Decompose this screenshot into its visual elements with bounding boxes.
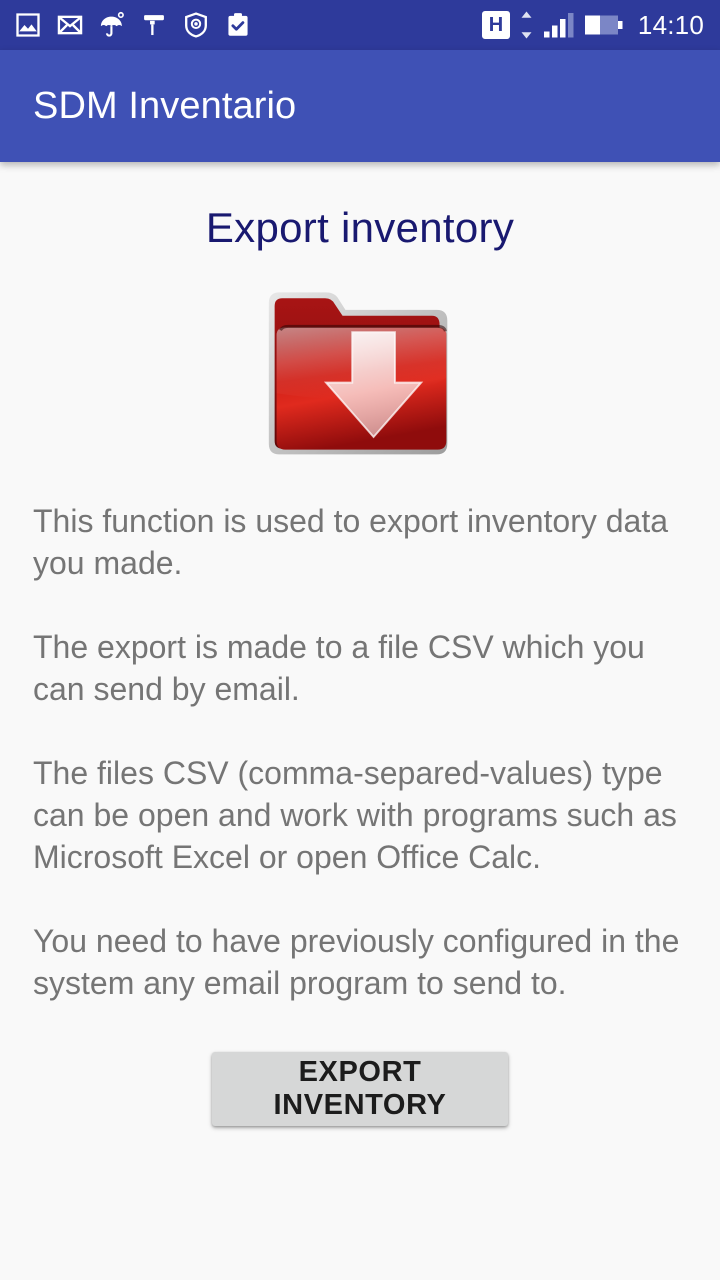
page-title: Export inventory [205, 204, 515, 251]
main-content: Export inventory This function is used t… [0, 162, 720, 1280]
description-paragraph-3: The files CSV (comma-separed-values) typ… [33, 755, 677, 875]
paint-roller-icon [140, 11, 168, 39]
description-text: This function is used to export inventor… [0, 500, 720, 1004]
description-paragraph-2: The export is made to a file CSV which y… [33, 629, 645, 707]
status-bar-notification-icons [14, 11, 252, 39]
network-type-icon: H [481, 11, 510, 39]
signal-strength-icon [543, 11, 575, 39]
description-paragraph-1: This function is used to export inventor… [33, 503, 669, 581]
clock: 14:10 [637, 9, 704, 40]
umbrella-icon [98, 11, 126, 39]
description-paragraph-4: You need to have previously configured i… [33, 923, 680, 1001]
envelope-icon [56, 11, 84, 39]
data-transfer-arrows-icon [519, 10, 534, 40]
red-folder-download-icon [268, 292, 448, 455]
app-title: SDM Inventario [33, 84, 297, 127]
shield-icon [182, 11, 210, 39]
clipboard-check-icon [224, 11, 252, 39]
export-inventory-button[interactable]: EXPORT INVENTORY [212, 1052, 508, 1126]
hero-image-wrap [0, 274, 720, 468]
export-button-row: EXPORT INVENTORY [0, 1052, 720, 1126]
battery-icon [584, 11, 624, 39]
status-bar-system-icons: H 14:10 [481, 9, 704, 41]
app-bar: SDM Inventario [0, 50, 720, 162]
image-icon [14, 11, 42, 39]
status-bar: H 14:10 [0, 0, 720, 50]
